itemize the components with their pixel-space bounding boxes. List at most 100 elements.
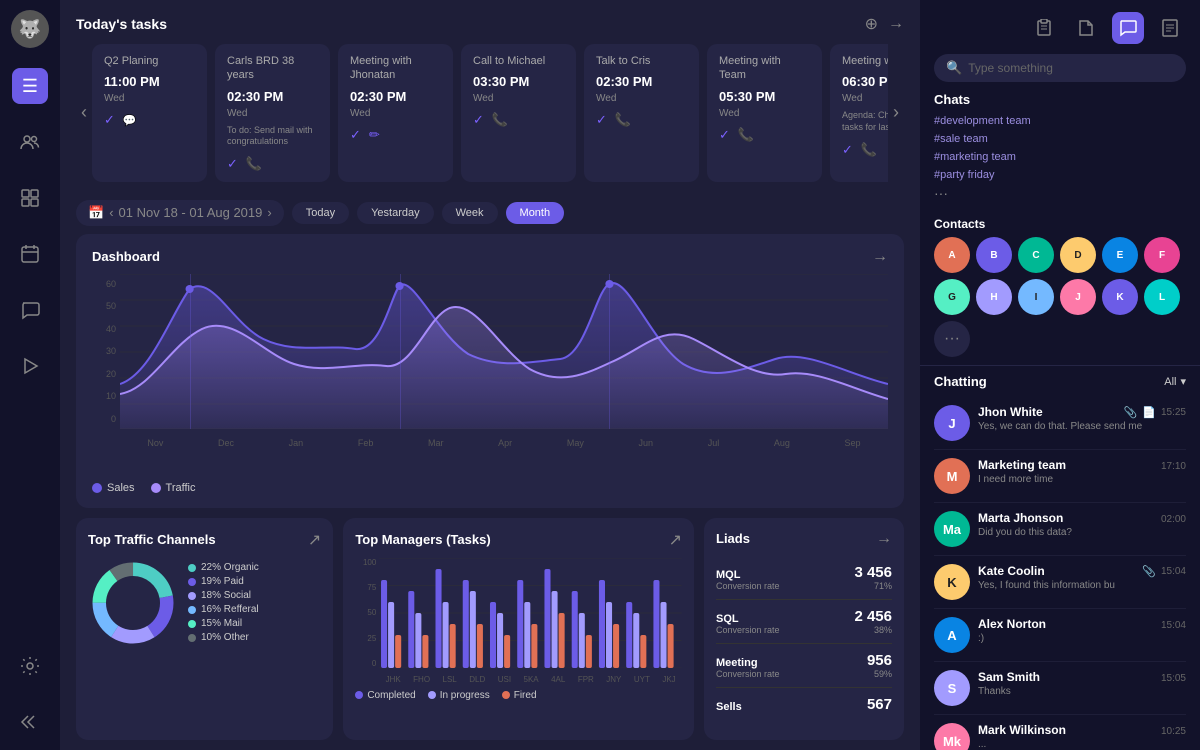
task-card[interactable]: Meeting with Team 05:30 PM Wed ✓ 📞: [707, 44, 822, 182]
rp-clipboard-icon[interactable]: [1028, 12, 1060, 44]
check-icon: ✓: [473, 112, 484, 128]
nav-people[interactable]: [12, 124, 48, 160]
rp-doc-icon[interactable]: [1070, 12, 1102, 44]
chat-message[interactable]: M Marketing team 17:10 I need more time: [934, 450, 1186, 503]
contacts-grid: A B C D E F G H I J K L ···: [934, 237, 1186, 357]
tasks-prev[interactable]: ‹: [76, 44, 92, 182]
contact-avatar[interactable]: L: [1144, 279, 1180, 315]
user-avatar[interactable]: 🐺: [11, 10, 49, 48]
contact-avatar[interactable]: G: [934, 279, 970, 315]
task-card[interactable]: Meeting with Jhon 06:30 PM Wed Agenda: C…: [830, 44, 888, 182]
channel-sale[interactable]: #sale team: [934, 131, 1186, 147]
date-filter-row: 📅 ‹ 01 Nov 18 - 01 Aug 2019 › Today Yest…: [60, 192, 920, 234]
msg-avatar: M: [934, 458, 970, 494]
top-managers-title: Top Managers (Tasks): [355, 532, 490, 547]
search-input[interactable]: [968, 61, 1174, 75]
contact-avatar[interactable]: I: [1018, 279, 1054, 315]
right-panel: 🔍 Chats #development team #sale team #ma…: [920, 0, 1200, 750]
chat-message[interactable]: Mk Mark Wilkinson 10:25 ...: [934, 715, 1186, 750]
rp-page-icon[interactable]: [1154, 12, 1186, 44]
contacts-title: Contacts: [934, 217, 1186, 231]
legend-traffic-dot: [151, 483, 161, 493]
attachment-icon: 📎: [1142, 565, 1156, 578]
rp-chat-icon[interactable]: [1112, 12, 1144, 44]
legend-traffic-label: Traffic: [166, 482, 196, 494]
chatting-filter[interactable]: All ▾: [1164, 375, 1186, 388]
liads-card: Liads → MQLConversion rate 3 45671% SQLC…: [704, 518, 904, 740]
chats-section: Chats #development team #sale team #mark…: [920, 92, 1200, 209]
legend-sales: Sales: [92, 482, 135, 494]
nav-calendar[interactable]: [12, 236, 48, 272]
channel-dev[interactable]: #development team: [934, 113, 1186, 129]
liads-title: Liads: [716, 531, 750, 546]
contacts-more[interactable]: ···: [934, 321, 970, 357]
liads-mql-row: MQLConversion rate 3 45671%: [716, 556, 892, 600]
task-card[interactable]: Q2 Planing 11:00 PM Wed ✓ 💬: [92, 44, 207, 182]
expand-icon[interactable]: →: [888, 15, 904, 33]
chat-message[interactable]: J Jhon White 📎 📄 15:25 Yes, we can do th…: [934, 397, 1186, 450]
bottom-row: Top Traffic Channels ↗: [76, 518, 904, 740]
chevron-down-icon: ▾: [1180, 375, 1186, 388]
nav-settings[interactable]: [12, 648, 48, 684]
contact-avatar[interactable]: E: [1102, 237, 1138, 273]
phone-icon: 📞: [246, 156, 262, 172]
chat-messages: J Jhon White 📎 📄 15:25 Yes, we can do th…: [920, 397, 1200, 750]
dashboard-expand-icon[interactable]: →: [872, 248, 888, 266]
contact-avatar[interactable]: B: [976, 237, 1012, 273]
check-icon: ✓: [227, 156, 238, 172]
search-icon: 🔍: [946, 60, 962, 76]
nav-collapse[interactable]: [12, 704, 48, 740]
filter-today[interactable]: Today: [292, 202, 349, 224]
contact-avatar[interactable]: A: [934, 237, 970, 273]
liads-sells-row: Sells 567: [716, 688, 892, 721]
legend-sales-dot: [92, 483, 102, 493]
search-bar[interactable]: 🔍: [934, 54, 1186, 82]
donut-chart: [88, 558, 178, 648]
next-date-icon[interactable]: ›: [267, 205, 271, 220]
chat-message[interactable]: A Alex Norton 15:04 :): [934, 609, 1186, 662]
tasks-cards: Q2 Planing 11:00 PM Wed ✓ 💬 Carls BRD 38…: [92, 44, 888, 182]
top-traffic-card: Top Traffic Channels ↗: [76, 518, 333, 740]
nav-chat[interactable]: [12, 292, 48, 328]
liads-expand[interactable]: →: [876, 530, 892, 548]
traffic-legend: 22% Organic 19% Paid 18% Social 16% Reff…: [188, 562, 259, 643]
task-card[interactable]: Carls BRD 38 years 02:30 PM Wed To do: S…: [215, 44, 330, 182]
contact-avatar[interactable]: F: [1144, 237, 1180, 273]
chat-message[interactable]: Ma Marta Jhonson 02:00 Did you do this d…: [934, 503, 1186, 556]
contact-avatar[interactable]: K: [1102, 279, 1138, 315]
nav-menu[interactable]: ☰: [12, 68, 48, 104]
filter-month[interactable]: Month: [506, 202, 565, 224]
legend-sales-label: Sales: [107, 482, 135, 494]
channels-more[interactable]: ···: [934, 185, 1186, 201]
tasks-next[interactable]: ›: [888, 44, 904, 182]
contact-avatar[interactable]: J: [1060, 279, 1096, 315]
top-managers-expand[interactable]: ↗: [669, 530, 682, 550]
top-traffic-expand[interactable]: ↗: [308, 530, 321, 550]
dashboard-title: Dashboard: [92, 249, 160, 264]
contact-avatar[interactable]: H: [976, 279, 1012, 315]
chat-message[interactable]: S Sam Smith 15:05 Thanks: [934, 662, 1186, 715]
top-managers-card: Top Managers (Tasks) ↗ 1007550250: [343, 518, 694, 740]
contact-avatar[interactable]: C: [1018, 237, 1054, 273]
nav-play[interactable]: [12, 348, 48, 384]
nav-grid[interactable]: [12, 180, 48, 216]
channel-marketing[interactable]: #marketing team: [934, 149, 1186, 165]
contact-avatar[interactable]: D: [1060, 237, 1096, 273]
top-traffic-title: Top Traffic Channels: [88, 532, 216, 547]
msg-avatar: A: [934, 617, 970, 653]
filter-week[interactable]: Week: [442, 202, 498, 224]
channel-party[interactable]: #party friday: [934, 167, 1186, 183]
filter-yesterday[interactable]: Yestarday: [357, 202, 434, 224]
right-panel-icons: [920, 0, 1200, 54]
msg-avatar: J: [934, 405, 970, 441]
phone-icon: 📞: [738, 127, 754, 143]
dashboard-section: Dashboard → 6050403020100: [76, 234, 904, 508]
task-card[interactable]: Call to Michael 03:30 PM Wed ✓ 📞: [461, 44, 576, 182]
date-range-button[interactable]: 📅 ‹ 01 Nov 18 - 01 Aug 2019 ›: [76, 200, 284, 226]
chat-message[interactable]: K Kate Coolin 📎 15:04 Yes, I found this …: [934, 556, 1186, 609]
task-card[interactable]: Meeting with Jhonatan 02:30 PM Wed ✓ ✏: [338, 44, 453, 182]
add-task-icon[interactable]: ⊕: [865, 14, 878, 34]
msg-avatar: S: [934, 670, 970, 706]
prev-date-icon[interactable]: ‹: [109, 205, 113, 220]
task-card[interactable]: Talk to Cris 02:30 PM Wed ✓ 📞: [584, 44, 699, 182]
